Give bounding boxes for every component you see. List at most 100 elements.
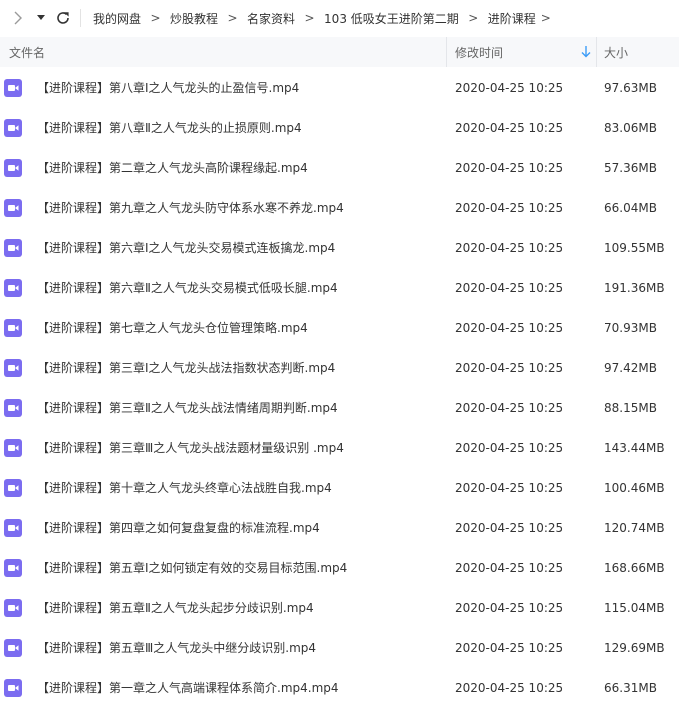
file-name[interactable]: 【进阶课程】第三章Ⅰ之人气龙头战法指数状态判断.mp4 — [37, 348, 335, 388]
video-file-icon — [4, 519, 22, 537]
video-file-icon — [4, 639, 22, 657]
refresh-icon[interactable] — [54, 8, 72, 28]
file-modified-time: 2020-04-25 10:25 — [455, 161, 564, 175]
file-modified-time: 2020-04-25 10:25 — [455, 121, 564, 135]
breadcrumb-separator: > — [150, 11, 161, 25]
column-header-name[interactable]: 文件名 — [9, 37, 45, 67]
file-size: 66.31MB — [604, 681, 657, 695]
file-list: 【进阶课程】第八章Ⅰ之人气龙头的止盈信号.mp4 2020-04-25 10:2… — [0, 68, 679, 708]
video-file-icon — [4, 559, 22, 577]
file-row[interactable]: 【进阶课程】第七章之人气龙头仓位管理策略.mp4 2020-04-25 10:2… — [0, 308, 679, 348]
file-row[interactable]: 【进阶课程】第五章Ⅰ之如何锁定有效的交易目标范围.mp4 2020-04-25 … — [0, 548, 679, 588]
video-file-icon — [4, 279, 22, 297]
sort-down-icon[interactable] — [580, 45, 592, 59]
breadcrumb-separator: > — [227, 11, 238, 25]
file-list-header: 文件名 修改时间 大小 — [0, 37, 679, 67]
file-size: 83.06MB — [604, 121, 657, 135]
file-size: 109.55MB — [604, 241, 665, 255]
file-name[interactable]: 【进阶课程】第十章之人气龙头终章心法战胜自我.mp4 — [37, 468, 332, 508]
file-row[interactable]: 【进阶课程】第六章Ⅰ之人气龙头交易模式连板擒龙.mp4 2020-04-25 1… — [0, 228, 679, 268]
file-name[interactable]: 【进阶课程】第四章之如何复盘复盘的标准流程.mp4 — [37, 508, 320, 548]
file-size: 191.36MB — [604, 281, 665, 295]
file-modified-time: 2020-04-25 10:25 — [455, 601, 564, 615]
file-row[interactable]: 【进阶课程】第八章Ⅱ之人气龙头的止损原则.mp4 2020-04-25 10:2… — [0, 108, 679, 148]
file-size: 129.69MB — [604, 641, 665, 655]
file-row[interactable]: 【进阶课程】第二章之人气龙头高阶课程缘起.mp4 2020-04-25 10:2… — [0, 148, 679, 188]
file-row[interactable]: 【进阶课程】第五章Ⅲ之人气龙头中继分歧识别.mp4 2020-04-25 10:… — [0, 628, 679, 668]
file-size: 88.15MB — [604, 401, 657, 415]
file-row[interactable]: 【进阶课程】第五章Ⅱ之人气龙头起步分歧识别.mp4 2020-04-25 10:… — [0, 588, 679, 628]
file-size: 143.44MB — [604, 441, 665, 455]
video-file-icon — [4, 439, 22, 457]
breadcrumb-separator[interactable]: > — [536, 11, 556, 25]
file-name[interactable]: 【进阶课程】第七章之人气龙头仓位管理策略.mp4 — [37, 308, 308, 348]
file-name[interactable]: 【进阶课程】第三章Ⅱ之人气龙头战法情绪周期判断.mp4 — [37, 388, 338, 428]
video-file-icon — [4, 119, 22, 137]
video-file-icon — [4, 479, 22, 497]
file-name[interactable]: 【进阶课程】第九章之人气龙头防守体系水寒不养龙.mp4 — [37, 188, 344, 228]
video-file-icon — [4, 399, 22, 417]
video-file-icon — [4, 79, 22, 97]
file-row[interactable]: 【进阶课程】第十章之人气龙头终章心法战胜自我.mp4 2020-04-25 10… — [0, 468, 679, 508]
file-size: 115.04MB — [604, 601, 665, 615]
file-row[interactable]: 【进阶课程】第九章之人气龙头防守体系水寒不养龙.mp4 2020-04-25 1… — [0, 188, 679, 228]
video-file-icon — [4, 159, 22, 177]
video-file-icon — [4, 359, 22, 377]
file-size: 66.04MB — [604, 201, 657, 215]
breadcrumb-item-course-folder[interactable]: 103 低吸女王进阶第二期 — [324, 10, 459, 27]
file-modified-time: 2020-04-25 10:25 — [455, 481, 564, 495]
file-size: 97.63MB — [604, 81, 657, 95]
file-modified-time: 2020-04-25 10:25 — [455, 641, 564, 655]
video-file-icon — [4, 239, 22, 257]
file-name[interactable]: 【进阶课程】第八章Ⅱ之人气龙头的止损原则.mp4 — [37, 108, 302, 148]
file-name[interactable]: 【进阶课程】第五章Ⅱ之人气龙头起步分歧识别.mp4 — [37, 588, 314, 628]
file-name[interactable]: 【进阶课程】第二章之人气龙头高阶课程缘起.mp4 — [37, 148, 308, 188]
file-size: 100.46MB — [604, 481, 665, 495]
column-header-size[interactable]: 大小 — [604, 37, 628, 67]
breadcrumb-item-advanced-course[interactable]: 进阶课程 — [488, 10, 536, 27]
nav-divider — [80, 9, 81, 27]
file-row[interactable]: 【进阶课程】第三章Ⅱ之人气龙头战法情绪周期判断.mp4 2020-04-25 1… — [0, 388, 679, 428]
file-modified-time: 2020-04-25 10:25 — [455, 561, 564, 575]
file-name[interactable]: 【进阶课程】第六章Ⅰ之人气龙头交易模式连板擒龙.mp4 — [37, 228, 335, 268]
caret-down-icon[interactable] — [34, 8, 48, 28]
file-size: 97.42MB — [604, 361, 657, 375]
file-modified-time: 2020-04-25 10:25 — [455, 241, 564, 255]
file-row[interactable]: 【进阶课程】第八章Ⅰ之人气龙头的止盈信号.mp4 2020-04-25 10:2… — [0, 68, 679, 108]
breadcrumb-item-my-drive[interactable]: 我的网盘 — [93, 10, 141, 27]
video-file-icon — [4, 199, 22, 217]
file-name[interactable]: 【进阶课程】第八章Ⅰ之人气龙头的止盈信号.mp4 — [37, 68, 299, 108]
column-header-modified-time[interactable]: 修改时间 — [455, 37, 503, 67]
file-modified-time: 2020-04-25 10:25 — [455, 321, 564, 335]
file-size: 120.74MB — [604, 521, 665, 535]
file-row[interactable]: 【进阶课程】第三章Ⅰ之人气龙头战法指数状态判断.mp4 2020-04-25 1… — [0, 348, 679, 388]
file-modified-time: 2020-04-25 10:25 — [455, 401, 564, 415]
navigation-bar: 我的网盘 > 炒股教程 > 名家资料 > 103 低吸女王进阶第二期 > 进阶课… — [0, 0, 679, 36]
file-size: 168.66MB — [604, 561, 665, 575]
file-modified-time: 2020-04-25 10:25 — [455, 81, 564, 95]
breadcrumb-separator: > — [468, 11, 479, 25]
breadcrumb: 我的网盘 > 炒股教程 > 名家资料 > 103 低吸女王进阶第二期 > 进阶课… — [93, 0, 556, 36]
file-modified-time: 2020-04-25 10:25 — [455, 681, 564, 695]
breadcrumb-item-stock-tutorial[interactable]: 炒股教程 — [170, 10, 218, 27]
file-size: 57.36MB — [604, 161, 657, 175]
file-row[interactable]: 【进阶课程】第一章之人气高端课程体系简介.mp4.mp4 2020-04-25 … — [0, 668, 679, 708]
file-name[interactable]: 【进阶课程】第三章Ⅲ之人气龙头战法题材量级识别 .mp4 — [37, 428, 344, 468]
chevron-right-icon[interactable] — [10, 8, 26, 28]
file-name[interactable]: 【进阶课程】第一章之人气高端课程体系简介.mp4.mp4 — [37, 668, 339, 708]
file-modified-time: 2020-04-25 10:25 — [455, 521, 564, 535]
column-divider[interactable] — [596, 37, 597, 67]
file-row[interactable]: 【进阶课程】第六章Ⅱ之人气龙头交易模式低吸长腿.mp4 2020-04-25 1… — [0, 268, 679, 308]
file-name[interactable]: 【进阶课程】第五章Ⅰ之如何锁定有效的交易目标范围.mp4 — [37, 548, 347, 588]
file-name[interactable]: 【进阶课程】第六章Ⅱ之人气龙头交易模式低吸长腿.mp4 — [37, 268, 338, 308]
column-divider[interactable] — [446, 37, 447, 67]
video-file-icon — [4, 599, 22, 617]
file-row[interactable]: 【进阶课程】第四章之如何复盘复盘的标准流程.mp4 2020-04-25 10:… — [0, 508, 679, 548]
file-row[interactable]: 【进阶课程】第三章Ⅲ之人气龙头战法题材量级识别 .mp4 2020-04-25 … — [0, 428, 679, 468]
file-modified-time: 2020-04-25 10:25 — [455, 441, 564, 455]
video-file-icon — [4, 319, 22, 337]
breadcrumb-item-expert-materials[interactable]: 名家资料 — [247, 10, 295, 27]
file-name[interactable]: 【进阶课程】第五章Ⅲ之人气龙头中继分歧识别.mp4 — [37, 628, 316, 668]
breadcrumb-separator: > — [304, 11, 315, 25]
video-file-icon — [4, 679, 22, 697]
